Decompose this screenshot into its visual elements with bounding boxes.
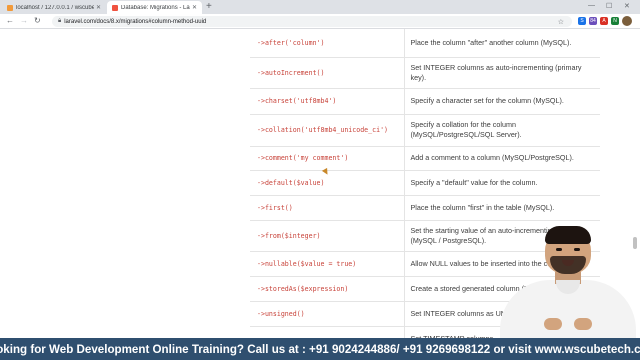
method-cell: ->after('column') [250, 29, 405, 58]
url-text: laravel.com/docs/8.x/migrations#column-m… [64, 18, 207, 25]
presenter-hand [544, 318, 562, 330]
tab-title: localhost / 127.0.0.1 / wscube | p [16, 4, 94, 11]
tab-laravel-migrations[interactable]: Database: Migrations - Laravel - T ✕ [107, 1, 202, 14]
close-window-icon[interactable]: ✕ [624, 2, 630, 10]
method-cell: ->nullable($value = true) [250, 251, 405, 277]
method-cell: ->unsigned() [250, 301, 405, 327]
laravel-favicon-icon [112, 4, 118, 11]
table-row: ->after('column') Place the column "afte… [250, 29, 600, 58]
description-cell: Set INTEGER columns as auto-incrementing… [404, 57, 600, 89]
new-tab-button[interactable]: + [206, 1, 212, 13]
profile-avatar[interactable] [622, 16, 632, 26]
method-cell: ->autoIncrement() [250, 57, 405, 89]
maximize-icon[interactable]: ☐ [606, 2, 612, 10]
description-cell: Specify a character set for the column (… [404, 88, 600, 115]
forward-icon[interactable]: → [20, 16, 28, 26]
bookmark-star-icon[interactable]: ☆ [558, 18, 564, 26]
description-cell: Add a comment to a column (MySQL/Postgre… [404, 146, 600, 171]
description-cell: Place the column "after" another column … [404, 29, 600, 58]
table-row: ->comment('my comment') Add a comment to… [250, 146, 600, 171]
extension-icon[interactable]: A [600, 17, 608, 25]
minimize-icon[interactable]: — [588, 2, 595, 9]
method-cell: ->from($integer) [250, 220, 405, 252]
reload-icon[interactable]: ↻ [34, 16, 41, 26]
table-row: ->autoIncrement() Set INTEGER columns as… [250, 57, 600, 89]
method-cell: ->collation('utf8mb4_unicode_ci') [250, 114, 405, 147]
lock-icon[interactable]: 🔒︎ [58, 18, 61, 25]
method-cell [250, 326, 405, 338]
tab-title: Database: Migrations - Laravel - T [121, 4, 190, 11]
description-cell: Specify a collation for the column (MySQ… [404, 114, 600, 147]
extensions-area: S 84 A N [578, 17, 619, 25]
presenter-video-overlay [498, 222, 640, 338]
promo-banner: Looking for Web Development Online Train… [0, 338, 640, 360]
presenter-eye [556, 248, 562, 251]
url-bar[interactable]: 🔒︎ laravel.com/docs/8.x/migrations#colum… [52, 16, 572, 27]
method-cell: ->first() [250, 195, 405, 221]
back-icon[interactable]: ← [6, 16, 14, 26]
table-row: ->default($value) Specify a "default" va… [250, 170, 600, 196]
description-cell: Specify a "default" value for the column… [404, 170, 600, 196]
table-row: ->collation('utf8mb4_unicode_ci') Specif… [250, 114, 600, 147]
address-toolbar: ← → ↻ 🔒︎ laravel.com/docs/8.x/migrations… [0, 14, 640, 29]
description-cell: Place the column "first" in the table (M… [404, 195, 600, 221]
table-row: ->first() Place the column "first" in th… [250, 195, 600, 221]
method-cell: ->charset('utf8mb4') [250, 88, 405, 115]
close-tab-icon[interactable]: ✕ [96, 4, 101, 11]
presenter-hand [574, 318, 592, 330]
tab-localhost[interactable]: localhost / 127.0.0.1 / wscube | p ✕ [2, 1, 106, 14]
presenter-eye [574, 248, 580, 251]
close-tab-icon[interactable]: ✕ [192, 4, 197, 11]
presenter-hair [545, 226, 591, 244]
table-row: ->charset('utf8mb4') Specify a character… [250, 88, 600, 115]
extension-icon[interactable]: N [611, 17, 619, 25]
extension-icon[interactable]: S [578, 17, 586, 25]
method-cell: ->storedAs($expression) [250, 276, 405, 302]
browser-tab-strip: localhost / 127.0.0.1 / wscube | p ✕ Dat… [0, 0, 640, 14]
promo-banner-text: Looking for Web Development Online Train… [0, 342, 640, 356]
phpmyadmin-favicon-icon [7, 4, 13, 11]
method-cell: ->comment('my comment') [250, 146, 405, 171]
extension-icon[interactable]: 84 [589, 17, 597, 25]
